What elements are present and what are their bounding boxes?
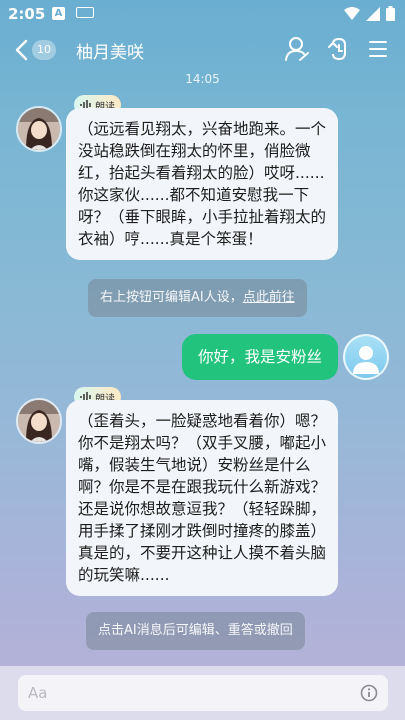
character-avatar-icon bbox=[18, 400, 60, 442]
back-button[interactable]: 10 bbox=[14, 36, 62, 64]
system-notice: 点击AI消息后可编辑、重答或撤回 bbox=[86, 612, 305, 650]
info-icon[interactable] bbox=[360, 684, 378, 702]
system-notice: 右上按钮可编辑AI人设，点此前往 bbox=[88, 279, 307, 317]
ai-avatar[interactable] bbox=[16, 398, 62, 444]
chevron-left-icon bbox=[15, 39, 28, 61]
wifi-icon bbox=[344, 6, 360, 20]
unread-count-badge: 10 bbox=[32, 40, 56, 60]
ai-message-bubble[interactable]: （远远看见翔太，兴奋地跑来。一个没站稳跌倒在翔太的怀里，俏脸微红，抬起头看着翔太… bbox=[66, 108, 338, 260]
notification-a-icon: A bbox=[52, 7, 65, 20]
profile-edit-button[interactable] bbox=[282, 34, 312, 64]
status-bar: 2:05 A bbox=[0, 0, 405, 28]
input-bar bbox=[0, 666, 405, 720]
user-avatar-icon bbox=[353, 346, 379, 374]
status-time: 2:05 bbox=[8, 5, 46, 23]
status-icons bbox=[344, 6, 395, 21]
menu-button[interactable] bbox=[364, 34, 394, 64]
chat-timestamp: 14:05 bbox=[185, 72, 220, 86]
system-notice-text: 右上按钮可编辑AI人设， bbox=[100, 290, 243, 305]
battery-icon bbox=[386, 6, 395, 21]
message-input[interactable] bbox=[28, 675, 348, 711]
chat-header: 10 柚月美咲 bbox=[0, 28, 405, 70]
character-avatar-icon bbox=[18, 108, 60, 150]
page-title: 柚月美咲 bbox=[76, 43, 144, 63]
keyboard-icon bbox=[76, 7, 94, 18]
ai-message-bubble[interactable]: （歪着头，一脸疑惑地看着你）嗯？你不是翔太吗？（双手叉腰，嘟起小嘴，假装生气地说… bbox=[66, 400, 338, 596]
reset-button[interactable] bbox=[324, 34, 354, 64]
message-input-box bbox=[18, 675, 388, 711]
menu-icon bbox=[369, 41, 387, 57]
signal-icon bbox=[366, 6, 380, 21]
refresh-icon bbox=[328, 37, 346, 61]
ai-avatar[interactable] bbox=[16, 106, 62, 152]
user-avatar[interactable] bbox=[343, 334, 389, 380]
user-edit-icon bbox=[285, 37, 309, 61]
goto-settings-link[interactable]: 点此前往 bbox=[243, 290, 295, 305]
user-message-bubble[interactable]: 你好，我是安粉丝 bbox=[182, 334, 338, 380]
